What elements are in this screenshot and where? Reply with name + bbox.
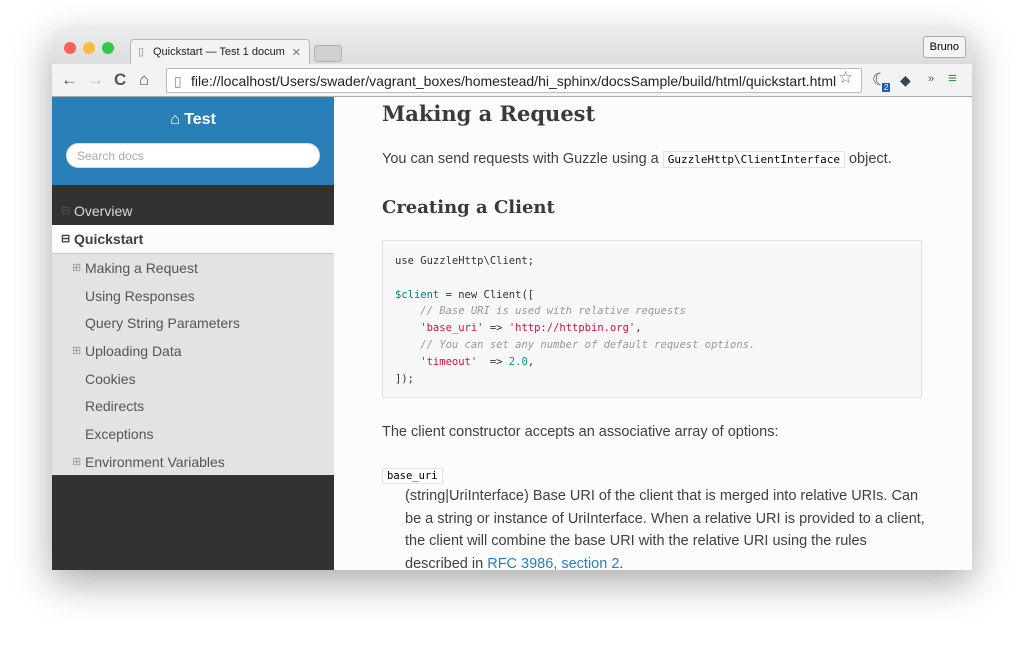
home-icon[interactable]: ⌂ bbox=[139, 70, 149, 90]
code-op: => bbox=[483, 322, 509, 335]
code-block: use GuzzleHttp\Client; $client = new Cli… bbox=[382, 240, 922, 398]
inline-code: GuzzleHttp\ClientInterface bbox=[662, 151, 845, 168]
project-home-link[interactable]: ⌂ Test bbox=[52, 111, 334, 129]
code-comment: // Base URI is used with relative reques… bbox=[395, 305, 686, 318]
sidebar: ⌂ Test Search docs ⊟ Overview ⊟ Quickstart… bbox=[52, 97, 334, 570]
collapse-icon: ⊟ bbox=[61, 205, 71, 217]
address-bar[interactable]: ▯ file://localhost/Users/swader/vagrant_b… bbox=[166, 68, 862, 93]
sidebar-item-label: Overview bbox=[74, 203, 133, 219]
sidebar-item-exceptions[interactable]: Exceptions bbox=[52, 420, 334, 448]
code-op: => bbox=[477, 355, 509, 368]
profile-button[interactable]: Bruno bbox=[922, 36, 966, 58]
code-op: , bbox=[635, 322, 642, 335]
sidebar-item-label: Uploading Data bbox=[85, 343, 182, 360]
sidebar-item-query-string-parameters[interactable]: Query String Parameters bbox=[52, 309, 334, 337]
option-name: base_uri bbox=[382, 468, 443, 484]
sidebar-item-environment-variables[interactable]: ⊞ Environment Variables bbox=[52, 448, 334, 476]
sidebar-item-label: Exceptions bbox=[85, 426, 154, 443]
code-string: 'base_uri' bbox=[395, 322, 484, 335]
file-icon: ▯ bbox=[174, 73, 182, 89]
code-line: = new Client([ bbox=[439, 288, 535, 301]
minimize-window-button[interactable] bbox=[83, 42, 95, 54]
sidebar-item-label: Environment Variables bbox=[85, 453, 225, 470]
text: You can send requests with Guzzle using … bbox=[382, 151, 663, 167]
text: . bbox=[619, 556, 624, 570]
menu-icon[interactable]: ≡ bbox=[948, 70, 957, 87]
sidebar-item-redirects[interactable]: Redirects bbox=[52, 392, 334, 420]
intro-paragraph: You can send requests with Guzzle using … bbox=[382, 151, 892, 168]
code-string: 'timeout' bbox=[395, 355, 478, 368]
sidebar-subnav: ⊞ Making a Request Using Responses Query … bbox=[52, 253, 334, 475]
code-number: 2.0 bbox=[508, 355, 528, 368]
project-name: Test bbox=[184, 111, 216, 128]
option-description: (string|UriInterface) Base URI of the cl… bbox=[405, 485, 925, 570]
toolbar: ← → C ⌂ ▯ file://localhost/Users/swader/v… bbox=[52, 64, 972, 97]
sidebar-item-using-responses[interactable]: Using Responses bbox=[52, 282, 334, 310]
sidebar-item-label: Quickstart bbox=[74, 231, 144, 247]
url-text: file://localhost/Users/swader/vagrant_bo… bbox=[191, 73, 837, 89]
bookmark-star-icon[interactable]: ☆ bbox=[838, 68, 853, 88]
sidebar-item-making-a-request[interactable]: ⊞ Making a Request bbox=[52, 254, 334, 282]
expand-icon: ⊞ bbox=[72, 262, 82, 274]
sidebar-item-label: Making a Request bbox=[85, 260, 198, 276]
back-icon[interactable]: ← bbox=[61, 70, 78, 90]
expand-icon: ⊞ bbox=[72, 345, 82, 358]
code-string: 'http://httpbin.org' bbox=[508, 322, 636, 335]
code-line: ]); bbox=[395, 372, 414, 385]
reload-icon[interactable]: C bbox=[114, 70, 126, 90]
text: object. bbox=[844, 151, 892, 167]
forward-icon[interactable]: → bbox=[87, 70, 104, 90]
extension-icon[interactable]: ◆ bbox=[900, 72, 911, 89]
extension-badge: 2 bbox=[882, 83, 891, 92]
section-heading: Creating a Client bbox=[382, 197, 555, 218]
collapse-icon: ⊟ bbox=[61, 233, 71, 245]
tab-title: Quickstart — Test 1 docum bbox=[153, 46, 285, 58]
more-extensions-icon[interactable]: » bbox=[928, 73, 934, 85]
page-heading: Making a Request bbox=[382, 101, 596, 126]
sidebar-item-overview[interactable]: ⊟ Overview bbox=[52, 197, 334, 225]
options-paragraph: The client constructor accepts an associ… bbox=[382, 424, 779, 440]
page-icon: ▯ bbox=[138, 46, 145, 58]
option-term: base_uri bbox=[382, 467, 443, 484]
sidebar-item-label: Query String Parameters bbox=[85, 315, 240, 332]
new-tab-button[interactable] bbox=[314, 45, 342, 62]
browser-window: ▯ Quickstart — Test 1 docum ✕ Bruno ← → C … bbox=[52, 30, 972, 570]
rfc-link[interactable]: RFC 3986, section 2 bbox=[487, 556, 619, 570]
sidebar-item-uploading-data[interactable]: ⊞ Uploading Data bbox=[52, 337, 334, 365]
expand-icon: ⊞ bbox=[72, 455, 82, 468]
home-icon: ⌂ bbox=[170, 111, 185, 128]
code-var: $client bbox=[395, 288, 440, 301]
search-input[interactable]: Search docs bbox=[66, 143, 320, 168]
sidebar-item-cookies[interactable]: Cookies bbox=[52, 365, 334, 393]
sidebar-item-label: Redirects bbox=[85, 398, 145, 415]
code-op: , bbox=[527, 355, 535, 368]
sidebar-item-label: Cookies bbox=[85, 370, 136, 387]
close-tab-icon[interactable]: ✕ bbox=[292, 46, 301, 59]
text: (string|UriInterface) Base URI of the cl… bbox=[405, 488, 925, 570]
code-line: use GuzzleHttp\Client; bbox=[395, 255, 535, 267]
sidebar-item-label: Using Responses bbox=[85, 287, 195, 304]
main-content: Making a Request You can send requests w… bbox=[334, 97, 972, 570]
code-comment: // You can set any number of default req… bbox=[395, 338, 756, 351]
zoom-window-button[interactable] bbox=[102, 42, 114, 54]
close-window-button[interactable] bbox=[64, 42, 76, 54]
title-bar: ▯ Quickstart — Test 1 docum ✕ Bruno bbox=[52, 30, 972, 65]
tab-quickstart[interactable]: ▯ Quickstart — Test 1 docum ✕ bbox=[130, 39, 310, 65]
sidebar-item-quickstart[interactable]: ⊟ Quickstart bbox=[52, 225, 334, 253]
sidebar-header: ⌂ Test Search docs bbox=[52, 97, 334, 185]
